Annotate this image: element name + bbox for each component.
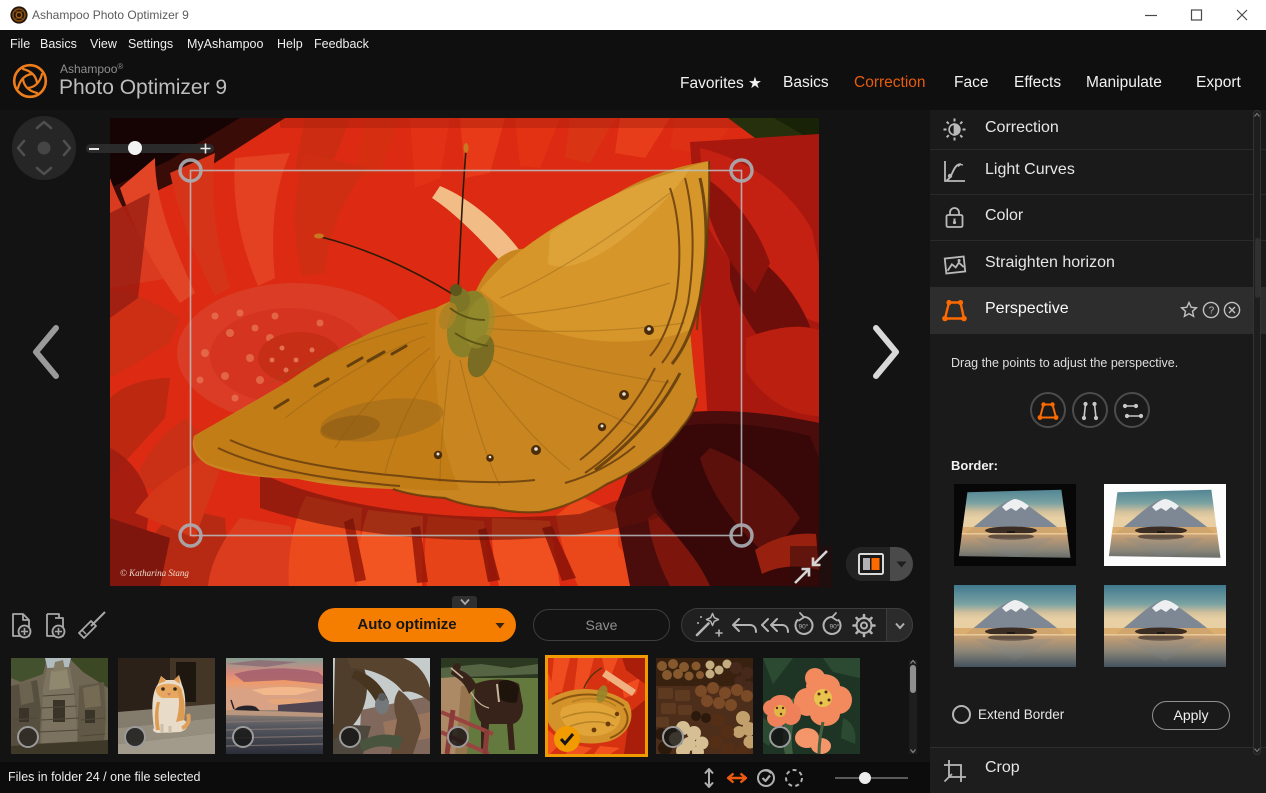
- svg-text:90°: 90°: [830, 623, 840, 631]
- svg-text:?: ?: [1209, 305, 1215, 316]
- svg-text:90°: 90°: [799, 623, 809, 631]
